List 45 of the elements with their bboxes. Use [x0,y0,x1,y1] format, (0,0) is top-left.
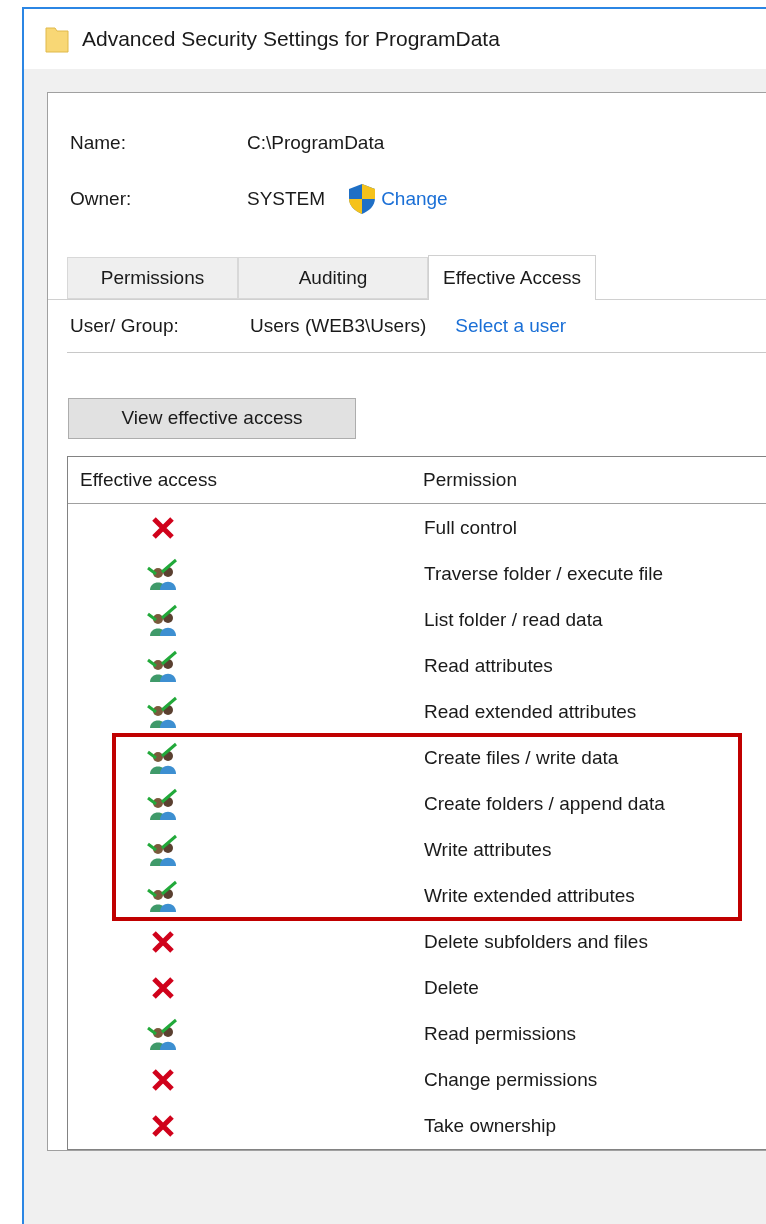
permission-name: Write attributes [424,837,552,862]
shield-icon [347,183,378,215]
tab[interactable]: Permissions [67,257,238,299]
field-label: Name: [70,130,127,155]
users-check-icon [146,742,180,774]
users-check-icon [146,880,180,912]
cross-icon [150,975,176,1001]
select-user-link[interactable]: Select a user [455,311,567,341]
column-header: Permission [423,467,517,492]
permission-name: Full control [424,515,517,540]
field-value: C:\ProgramData [247,130,385,155]
window-title: Advanced Security Settings for ProgramData [82,26,500,53]
permission-name: Delete subfolders and files [424,929,648,954]
users-check-icon [146,650,180,682]
column-header: Effective access [80,467,218,492]
permission-name: Write extended attributes [424,883,635,908]
permission-name: List folder / read data [424,607,603,632]
tab[interactable]: Effective Access [428,255,596,300]
permission-name: Create files / write data [424,745,619,770]
permission-name: Read extended attributes [424,699,637,724]
cross-icon [150,1113,176,1139]
permission-name: Take ownership [424,1113,557,1138]
field-label: User/ Group: [70,313,180,338]
permission-name: Traverse folder / execute file [424,561,663,586]
users-check-icon [146,604,180,636]
field-value: SYSTEM [247,186,326,211]
cross-icon [150,929,176,955]
users-check-icon [146,558,180,590]
users-check-icon [146,834,180,866]
tab[interactable]: Auditing [238,257,428,299]
users-check-icon [146,788,180,820]
folder-icon [44,24,70,54]
field-value: Users (WEB3\Users) [250,313,427,338]
permission-name: Create folders / append data [424,791,665,816]
permission-name: Read permissions [424,1021,577,1046]
cross-icon [150,515,176,541]
users-check-icon [146,696,180,728]
field-label: Owner: [70,186,133,211]
users-check-icon [146,1018,180,1050]
view-effective-access-button[interactable]: View effective access [68,398,356,439]
permission-name: Delete [424,975,479,1000]
cross-icon [150,1067,176,1093]
permission-name: Read attributes [424,653,553,678]
change-link[interactable]: Change [381,184,448,214]
permission-name: Change permissions [424,1067,598,1092]
